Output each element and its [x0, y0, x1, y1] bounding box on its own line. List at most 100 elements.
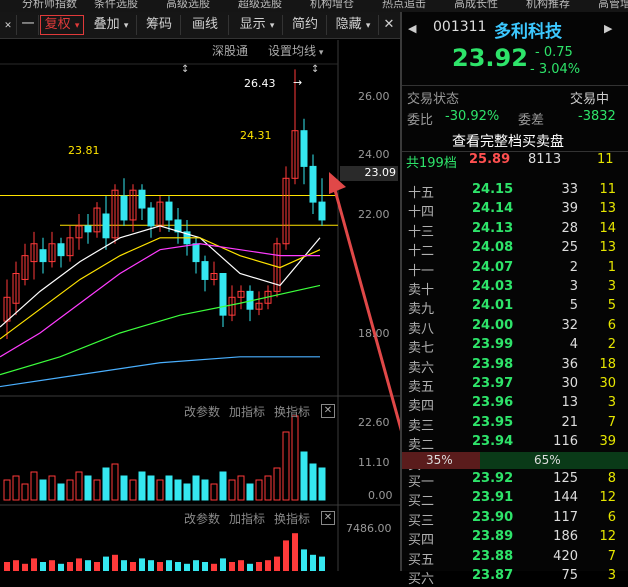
level-price: 23.98 [472, 356, 514, 372]
indicator-bar [94, 562, 100, 571]
topnav-item[interactable]: 机构推荐 [526, 0, 570, 9]
total-volume: 8113 [528, 152, 562, 167]
overlay-button[interactable]: 叠加 ▾ [86, 15, 137, 35]
level-count: 7 [607, 414, 616, 430]
draw-line-button[interactable]: 画线 [182, 15, 229, 35]
chip-button[interactable]: 筹码 [138, 15, 181, 35]
chevron-right-icon[interactable]: ▶ [604, 22, 612, 35]
ask-row[interactable]: 卖四 23.96 13 3 [402, 394, 628, 414]
level-count: 39 [599, 434, 616, 450]
level-name: 卖四 [408, 399, 435, 415]
marker-icon: ↕ [311, 64, 319, 75]
bid-row[interactable]: 买三 23.90 117 6 [402, 509, 628, 529]
ask-row[interactable]: 十二 24.08 25 13 [402, 239, 628, 259]
indicator-bar [319, 556, 325, 571]
volume-bar [201, 479, 209, 501]
topnav-item[interactable]: 高管增持 [598, 0, 628, 9]
level-price: 23.94 [472, 434, 514, 450]
full-order-book-link[interactable]: 查看完整档买卖盘 [452, 131, 564, 151]
switch-indicator-button[interactable]: 换指标 [274, 510, 310, 527]
change-param-button[interactable]: 改参数 [184, 510, 220, 527]
display-button[interactable]: 显示 ▾ [232, 15, 283, 35]
close-panel-icon[interactable]: ✕ [321, 511, 335, 525]
level-price: 23.91 [472, 490, 514, 506]
indicator-bar [22, 563, 28, 571]
ask-row[interactable]: 十一 24.07 2 1 [402, 259, 628, 279]
level-volume: 116 [553, 434, 578, 450]
ask-row[interactable]: 卖五 23.97 30 30 [402, 375, 628, 395]
toolbar-left-edge[interactable]: ✕ [0, 15, 17, 35]
level-price: 24.14 [472, 201, 514, 217]
indicator-bar [229, 562, 235, 571]
switch-indicator-button[interactable]: 换指标 [274, 403, 310, 420]
topnav-item[interactable]: 高成长性 [454, 0, 498, 9]
close-panel-icon[interactable]: ✕ [321, 404, 335, 418]
weibi-label: 委比 [407, 113, 434, 128]
ask-row[interactable]: 卖二 23.94 116 39 [402, 433, 628, 453]
hide-button[interactable]: 隐藏 ▾ [328, 15, 379, 35]
candle-body [192, 243, 200, 263]
level-price: 24.08 [472, 240, 514, 256]
bid-row[interactable]: 买五 23.88 420 7 [402, 548, 628, 568]
level-price: 24.01 [472, 298, 514, 314]
add-indicator-button[interactable]: 加指标 [229, 510, 265, 527]
simple-button[interactable]: 简约 [284, 15, 327, 35]
ma-settings-label: 设置均线 [268, 44, 317, 58]
volume-bar [246, 483, 254, 501]
level-volume: 13 [561, 395, 578, 411]
fuquan-button[interactable]: 复权 ▾ [40, 15, 84, 35]
change-param-button[interactable]: 改参数 [184, 403, 220, 420]
ask-row[interactable]: 卖十 24.03 3 3 [402, 278, 628, 298]
level-volume: 25 [561, 240, 578, 256]
ask-row[interactable]: 十三 24.13 28 14 [402, 220, 628, 240]
indicator-bar [31, 558, 37, 571]
level-name: 卖五 [408, 380, 435, 395]
topnav-item[interactable]: 机构增仓 [310, 0, 354, 9]
level-price: 24.13 [472, 220, 514, 236]
indicator-bar [274, 556, 280, 571]
bid-row[interactable]: 买四 23.89 186 12 [402, 528, 628, 548]
vol-axis-tick: 7486.00 [346, 522, 392, 535]
level-count: 18 [599, 356, 616, 372]
bid-row[interactable]: 买六 23.87 75 3 [402, 567, 628, 587]
weicha-label: 委差 [518, 113, 545, 128]
ask-row[interactable]: 卖七 23.99 4 2 [402, 336, 628, 356]
level-volume: 117 [553, 509, 578, 525]
topnav-item[interactable]: 热点追击 [382, 0, 426, 9]
price-line-label: 23.81 [68, 144, 100, 157]
bid-row[interactable]: 买一 23.92 125 8 [402, 470, 628, 490]
weibi-value: -30.92% [445, 109, 500, 124]
level-price: 23.89 [472, 529, 514, 545]
add-indicator-button[interactable]: 加指标 [229, 403, 265, 420]
topnav-item[interactable]: 分析师指数 [22, 0, 77, 9]
level-volume: 125 [553, 471, 578, 486]
indicator-bar [148, 560, 154, 571]
ask-row[interactable]: 十五 24.15 33 11 [402, 181, 628, 201]
bid-row[interactable]: 买二 23.91 144 12 [402, 489, 628, 509]
level-count: 7 [607, 548, 616, 564]
level-volume: 30 [561, 376, 578, 391]
level-count: 14 [599, 220, 616, 236]
level-price: 23.92 [472, 471, 514, 486]
indicator-bar [139, 558, 145, 571]
ask-row[interactable]: 卖三 23.95 21 7 [402, 414, 628, 434]
level-count: 8 [607, 471, 616, 486]
ask-row[interactable]: 卖六 23.98 36 18 [402, 356, 628, 376]
ma-settings-button[interactable]: 设置均线 ▾ [268, 42, 323, 59]
ask-row[interactable]: 卖八 24.00 32 6 [402, 317, 628, 337]
topnav-item[interactable]: 超级选股 [238, 0, 282, 9]
topnav-item[interactable]: 条件选股 [94, 0, 138, 9]
chevron-left-icon[interactable]: ◀ [408, 22, 416, 35]
indicator-bar [247, 563, 253, 571]
level-price: 23.99 [472, 337, 514, 353]
kline-chart[interactable]: → ↕ ↕ [0, 39, 400, 571]
vol-axis-tick: 11.10 [358, 456, 390, 469]
minus-button[interactable]: 一 [18, 15, 39, 35]
close-panel-button[interactable]: ✕ [380, 15, 398, 35]
level-count: 12 [599, 529, 616, 545]
vol-axis-tick: 22.60 [358, 416, 390, 429]
ask-row[interactable]: 卖九 24.01 5 5 [402, 297, 628, 317]
topnav-item[interactable]: 高级选股 [166, 0, 210, 9]
level-volume: 5 [569, 298, 578, 314]
ask-row[interactable]: 十四 24.14 39 13 [402, 200, 628, 220]
